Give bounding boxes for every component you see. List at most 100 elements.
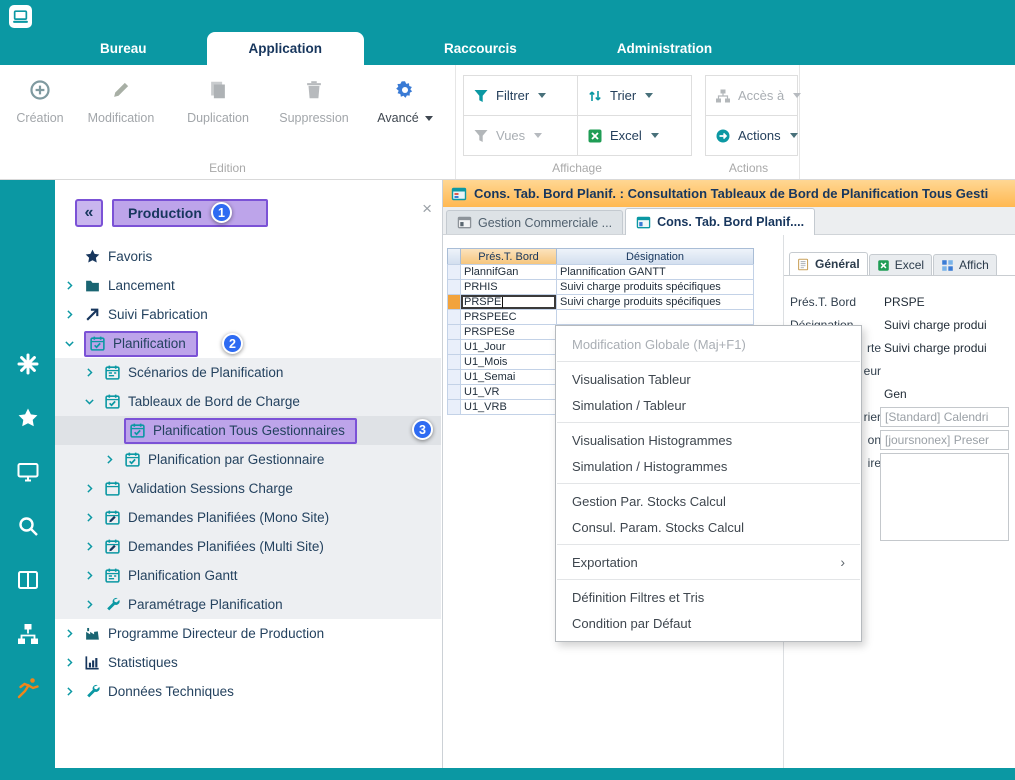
chevron-right-icon[interactable]: [83, 568, 104, 583]
detail-tab-excel[interactable]: Excel: [869, 254, 932, 275]
menu-item-simulation-tableur[interactable]: Simulation / Tableur: [556, 392, 861, 418]
actions-button[interactable]: Actions: [705, 115, 798, 156]
document-tab-cons-tab-bord-planif[interactable]: Cons. Tab. Bord Planif....: [625, 208, 815, 235]
runner-icon[interactable]: [16, 676, 40, 700]
row-selector[interactable]: [447, 399, 461, 415]
avance-button[interactable]: Avancé: [362, 79, 448, 125]
tree-item-planification-par-gestionnaire[interactable]: Planification par Gestionnaire: [55, 445, 441, 474]
chevron-right-icon[interactable]: [83, 510, 104, 525]
menu-item-simulation-histogrammes[interactable]: Simulation / Histogrammes: [556, 453, 861, 479]
field-input-disabled[interactable]: [joursnonex] Preser: [880, 430, 1009, 450]
menu-item-visualisation-tableur[interactable]: Visualisation Tableur: [556, 366, 861, 392]
menu-item-exportation[interactable]: Exportation›: [556, 549, 861, 575]
field-textarea[interactable]: [880, 453, 1009, 541]
excel-button[interactable]: Excel: [577, 115, 692, 156]
row-selector[interactable]: [447, 354, 461, 370]
cell-code[interactable]: U1_VRB: [460, 399, 557, 415]
chevron-right-icon[interactable]: [63, 655, 84, 670]
tree-item-planification-gantt[interactable]: Planification Gantt: [55, 561, 441, 590]
nav-panel-title[interactable]: Production: [112, 199, 268, 227]
chevron-right-icon[interactable]: [63, 278, 84, 293]
tree-item-demandes-planifiees-multi-site[interactable]: Demandes Planifiées (Multi Site): [55, 532, 441, 561]
row-selector[interactable]: [447, 384, 461, 400]
document-tab-gestion-commerciale[interactable]: Gestion Commerciale ...: [446, 210, 623, 234]
filtrer-button[interactable]: Filtrer: [463, 75, 578, 116]
close-panel-button[interactable]: ×: [422, 200, 432, 217]
chevron-right-icon[interactable]: [83, 597, 104, 612]
cell-designation[interactable]: Suivi charge produits spécifiques: [556, 279, 754, 295]
menu-item-modification-globale-maj-f1[interactable]: Modification Globale (Maj+F1): [556, 331, 861, 357]
cell-designation[interactable]: [556, 309, 754, 325]
tree-item-donnees-techniques[interactable]: Données Techniques: [55, 677, 441, 706]
tree-item-suivi-fabrication[interactable]: Suivi Fabrication: [55, 300, 441, 329]
collapse-panel-button[interactable]: «: [75, 199, 103, 227]
suppression-button[interactable]: Suppression: [266, 79, 362, 125]
chevron-right-icon[interactable]: [63, 626, 84, 641]
chevron-right-icon[interactable]: [63, 307, 84, 322]
tree-item-planification-tous-gestionnaires[interactable]: Planification Tous Gestionnaires: [55, 416, 441, 445]
chevron-right-icon[interactable]: [103, 452, 124, 467]
chevron-down-icon[interactable]: [83, 394, 104, 409]
sitemap-icon[interactable]: [16, 622, 40, 646]
cell-code[interactable]: PRSPEEC: [460, 309, 557, 325]
cell-designation[interactable]: Suivi charge produits spécifiques: [556, 294, 754, 310]
tree-item-favoris[interactable]: Favoris: [55, 242, 441, 271]
tree-item-validation-sessions-charge[interactable]: Validation Sessions Charge: [55, 474, 441, 503]
vues-button[interactable]: Vues: [463, 115, 578, 156]
tree-item-lancement[interactable]: Lancement: [55, 271, 441, 300]
menu-item-gestion-par-stocks-calcul[interactable]: Gestion Par. Stocks Calcul: [556, 488, 861, 514]
chevron-right-icon[interactable]: [83, 365, 104, 380]
field-input-disabled[interactable]: [Standard] Calendri: [880, 407, 1009, 427]
trier-button[interactable]: Trier: [577, 75, 692, 116]
menu-item-consul-param-stocks-calcul[interactable]: Consul. Param. Stocks Calcul: [556, 514, 861, 540]
monitor-icon[interactable]: [16, 460, 40, 484]
cell-code[interactable]: U1_Semai: [460, 369, 557, 385]
duplication-button[interactable]: Duplication: [170, 79, 266, 125]
column-header-designation[interactable]: Désignation: [556, 248, 754, 265]
row-selector[interactable]: [447, 324, 461, 340]
tree-item-planification[interactable]: Planification: [55, 329, 441, 358]
menu-item-definition-filtres-et-tris[interactable]: Définition Filtres et Tris: [556, 584, 861, 610]
row-selector[interactable]: [447, 264, 461, 280]
search-icon[interactable]: [16, 514, 40, 538]
tree-item-statistiques[interactable]: Statistiques: [55, 648, 441, 677]
tree-item-scenarios-de-planification[interactable]: Scénarios de Planification: [55, 358, 441, 387]
flower-icon[interactable]: [16, 352, 40, 376]
cell-code[interactable]: PlannifGan: [460, 264, 557, 280]
acces-a-button[interactable]: Accès à: [705, 75, 798, 116]
row-selector[interactable]: [447, 309, 461, 325]
chevron-right-icon[interactable]: [83, 539, 104, 554]
chevron-right-icon[interactable]: [83, 481, 104, 496]
cell-code[interactable]: PRHIS: [460, 279, 557, 295]
tree-item-parametrage-planification[interactable]: Paramétrage Planification: [55, 590, 441, 619]
cell-code[interactable]: PRSPESe: [460, 324, 557, 340]
menu-tab-application[interactable]: Application: [207, 32, 365, 65]
row-selector[interactable]: [447, 294, 461, 310]
columns-icon[interactable]: [16, 568, 40, 592]
row-selector[interactable]: [447, 369, 461, 385]
tree-item-programme-directeur-de-production[interactable]: Programme Directeur de Production: [55, 619, 441, 648]
detail-tab-affich[interactable]: Affich: [933, 254, 997, 275]
menu-tab-raccourcis[interactable]: Raccourcis: [422, 32, 539, 65]
column-header-code[interactable]: Prés.T. Bord: [460, 248, 557, 265]
app-logo-icon[interactable]: [9, 5, 32, 28]
tree-item-demandes-planifiees-mono-site[interactable]: Demandes Planifiées (Mono Site): [55, 503, 441, 532]
chevron-right-icon[interactable]: [63, 684, 84, 699]
menu-item-condition-par-defaut[interactable]: Condition par Défaut: [556, 610, 861, 636]
star-icon[interactable]: [16, 406, 40, 430]
modification-button[interactable]: Modification: [72, 79, 170, 125]
creation-button[interactable]: Création: [8, 79, 72, 125]
cell-code[interactable]: PRSPE: [460, 294, 557, 310]
menu-tab-administration[interactable]: Administration: [595, 32, 734, 65]
menu-tab-bureau[interactable]: Bureau: [78, 32, 169, 65]
tree-item-tableaux-de-bord-de-charge[interactable]: Tableaux de Bord de Charge: [55, 387, 441, 416]
menu-item-visualisation-histogrammes[interactable]: Visualisation Histogrammes: [556, 427, 861, 453]
row-selector[interactable]: [447, 279, 461, 295]
chevron-down-icon[interactable]: [63, 336, 84, 351]
cell-designation[interactable]: Plannification GANTT: [556, 264, 754, 280]
row-selector[interactable]: [447, 339, 461, 355]
cell-code[interactable]: U1_Mois: [460, 354, 557, 370]
grid-corner-cell[interactable]: [447, 248, 461, 265]
cell-code[interactable]: U1_VR: [460, 384, 557, 400]
detail-tab-general[interactable]: Général: [789, 252, 868, 275]
